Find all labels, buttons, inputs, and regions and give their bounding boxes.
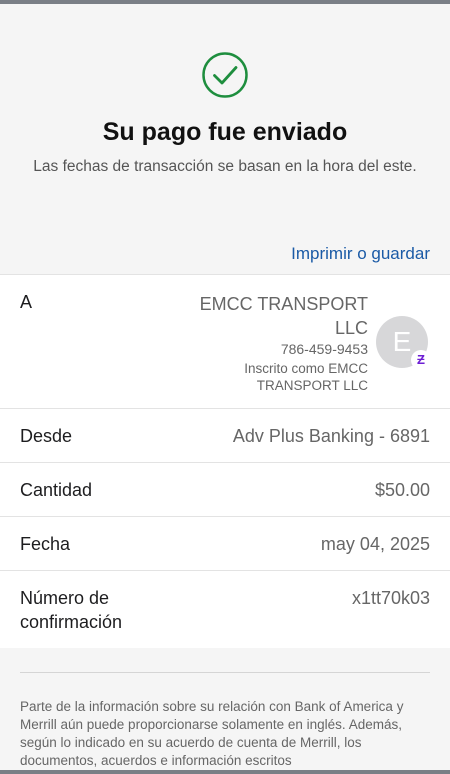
zelle-icon: Ƶ xyxy=(411,350,431,370)
from-label: Desde xyxy=(20,426,73,446)
divider xyxy=(0,570,450,571)
language-disclaimer-text: Parte de la información sobre su relació… xyxy=(20,699,404,768)
amount-value: $50.00 xyxy=(374,480,430,500)
amount-label: Cantidad xyxy=(20,480,93,500)
confirmation-number-value: x1tt70k03 xyxy=(351,588,430,608)
recipient-phone: 786-459-9453 xyxy=(280,341,368,357)
divider xyxy=(0,408,450,409)
divider xyxy=(20,672,430,673)
divider xyxy=(0,462,450,463)
bottom-edge-bar xyxy=(0,770,450,774)
divider xyxy=(0,274,450,275)
divider xyxy=(0,516,450,517)
confirmation-header: Su pago fue enviado Las fechas de transa… xyxy=(0,4,450,274)
date-label: Fecha xyxy=(20,534,71,554)
recipient-name: EMCC TRANSPORT LLC xyxy=(199,294,368,338)
date-value: may 04, 2025 xyxy=(320,534,430,554)
from-account-value: Adv Plus Banking - 6891 xyxy=(232,426,430,446)
page-subtitle: Las fechas de transacción se basan en la… xyxy=(33,158,417,175)
page-title: Su pago fue enviado xyxy=(102,118,348,146)
checkmark-circle-icon xyxy=(202,52,248,98)
print-or-save-link[interactable]: Imprimir o guardar xyxy=(291,244,430,264)
to-label: A xyxy=(20,292,33,312)
confirmation-number-label: Número de confirmación xyxy=(20,588,123,632)
recipient-enrolled-as: Inscrito como EMCC TRANSPORT LLC xyxy=(244,361,368,393)
